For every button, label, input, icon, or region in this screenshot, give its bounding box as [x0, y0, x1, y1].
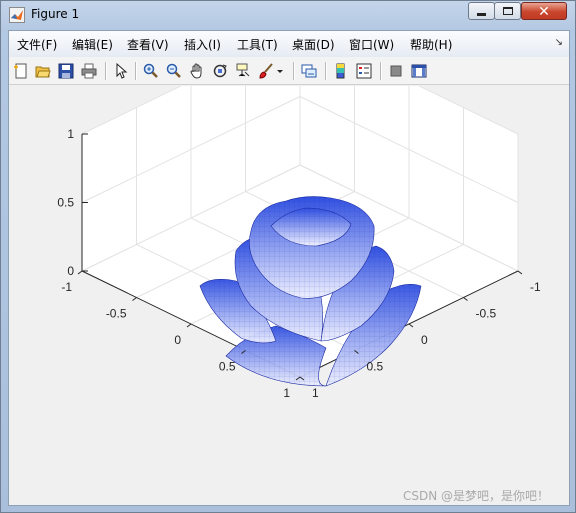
menu-tools[interactable]: 工具(T) — [237, 36, 278, 53]
toolbar-separator — [135, 62, 137, 80]
menu-file[interactable]: 文件(F) — [17, 36, 57, 53]
window-title: Figure 1 — [31, 7, 80, 21]
new-figure-icon[interactable] — [11, 61, 31, 81]
close-button[interactable]: ✕ — [521, 2, 567, 20]
toolbar-separator — [105, 62, 107, 80]
pan-icon[interactable] — [187, 61, 207, 81]
y-tick-mark — [463, 297, 468, 301]
y-tick-mark — [408, 323, 414, 328]
print-icon[interactable] — [79, 61, 99, 81]
legend-icon[interactable] — [354, 61, 374, 81]
x-tick-label: 0.5 — [219, 360, 236, 374]
minimize-icon — [477, 12, 486, 16]
figure-toolbar — [9, 57, 569, 85]
minimize-button[interactable] — [468, 2, 495, 20]
x-tick-mark — [77, 270, 83, 275]
menu-desktop[interactable]: 桌面(D) — [292, 36, 335, 53]
z-tick-label: 0 — [67, 264, 74, 278]
menu-overflow-icon[interactable]: ↘ — [555, 37, 563, 48]
data-cursor-icon[interactable] — [233, 61, 253, 81]
y-tick-label: 0.5 — [367, 360, 384, 374]
menu-edit[interactable]: 编辑(E) — [72, 36, 113, 53]
y-tick-mark — [517, 270, 523, 275]
zoom-out-icon[interactable] — [164, 61, 184, 81]
menu-help[interactable]: 帮助(H) — [410, 36, 452, 53]
x-tick-mark — [132, 297, 137, 301]
rotate-3d-icon[interactable] — [210, 61, 230, 81]
brush-icon[interactable] — [256, 61, 276, 81]
menu-window[interactable]: 窗口(W) — [349, 36, 394, 53]
close-icon: ✕ — [538, 3, 550, 19]
toolbar-separator — [380, 62, 382, 80]
hide-plot-tools-icon[interactable] — [386, 61, 406, 81]
surface-plot[interactable]: 1 0.5 0 -1 -0.5 0 0.5 1 -1 -0.5 0 0.5 1 — [9, 27, 569, 506]
x-tick-label: 1 — [283, 386, 290, 400]
toolbar-separator — [325, 62, 327, 80]
figure-window: Figure 1 ✕ 文件(F) 编辑(E) 查看(V) 插入(I) 工具(T)… — [0, 0, 576, 513]
zoom-in-icon[interactable] — [141, 61, 161, 81]
y-tick-label: -0.5 — [476, 307, 497, 321]
z-tick-label: 1 — [67, 127, 74, 141]
matlab-logo-icon — [9, 7, 25, 23]
x-tick-label: -0.5 — [106, 307, 127, 321]
show-plot-tools-icon[interactable] — [409, 61, 429, 81]
z-tick-label: 0.5 — [57, 196, 74, 210]
y-tick-label: 0 — [421, 333, 428, 347]
maximize-icon — [502, 7, 513, 15]
maximize-button[interactable] — [494, 2, 521, 20]
csdn-watermark: CSDN @是梦吧，是你吧！ — [403, 489, 550, 503]
menu-insert[interactable]: 插入(I) — [184, 36, 221, 53]
link-plot-icon[interactable] — [299, 61, 319, 81]
menu-bar: 文件(F) 编辑(E) 查看(V) 插入(I) 工具(T) 桌面(D) 窗口(W… — [9, 31, 569, 58]
x-tick-label: -1 — [61, 280, 72, 294]
save-icon[interactable] — [56, 61, 76, 81]
axes-3d[interactable]: 1 0.5 0 -1 -0.5 0 0.5 1 -1 -0.5 0 0.5 1 — [9, 27, 569, 506]
title-bar[interactable]: Figure 1 ✕ — [1, 1, 575, 29]
y-tick-label: -1 — [530, 280, 541, 294]
open-icon[interactable] — [33, 61, 53, 81]
colorbar-icon[interactable] — [331, 61, 351, 81]
x-tick-label: 0 — [174, 333, 181, 347]
brush-dropdown-icon[interactable] — [275, 61, 285, 81]
y-tick-label: 1 — [312, 386, 319, 400]
menu-view[interactable]: 查看(V) — [127, 36, 169, 53]
x-tick-mark — [186, 323, 192, 328]
edit-plot-icon[interactable] — [111, 61, 131, 81]
toolbar-separator — [293, 62, 295, 80]
figure-client: 文件(F) 编辑(E) 查看(V) 插入(I) 工具(T) 桌面(D) 窗口(W… — [8, 27, 570, 506]
